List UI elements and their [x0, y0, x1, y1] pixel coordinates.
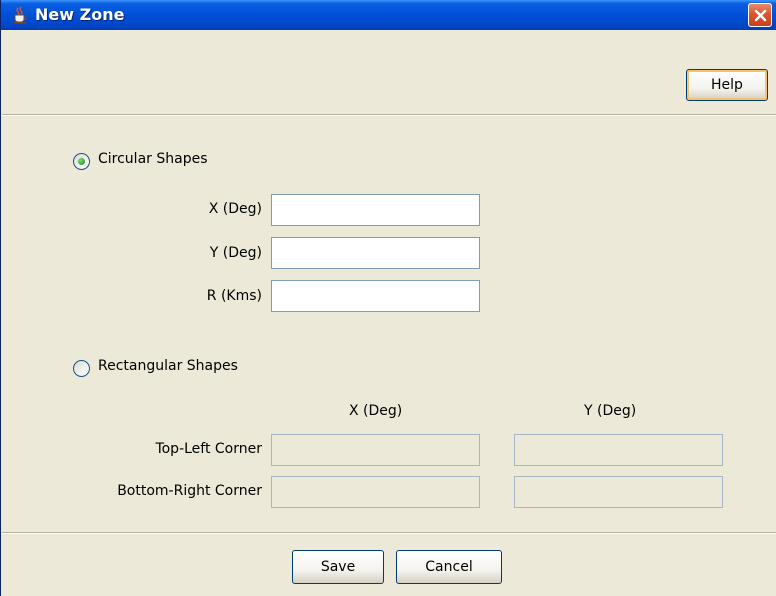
new-zone-dialog: New Zone Help Circular Shapes X (Deg) Y …	[0, 0, 776, 596]
bottom-right-x-input[interactable]	[271, 476, 480, 508]
title-bar[interactable]: New Zone	[1, 0, 776, 30]
cancel-button[interactable]: Cancel	[396, 550, 502, 584]
close-icon	[754, 9, 767, 22]
circular-r-input[interactable]	[271, 280, 480, 312]
column-header-y: Y (Deg)	[584, 403, 637, 419]
bottom-right-y-input[interactable]	[514, 476, 723, 508]
rectangular-shapes-label: Rectangular Shapes	[98, 358, 238, 374]
circular-x-input[interactable]	[271, 194, 480, 226]
circular-r-label: R (Kms)	[206, 288, 262, 304]
help-button[interactable]: Help	[686, 69, 768, 101]
circular-shapes-label: Circular Shapes	[98, 151, 208, 167]
column-header-x: X (Deg)	[349, 403, 403, 419]
rectangular-shapes-radio[interactable]	[73, 360, 90, 377]
top-left-corner-label: Top-Left Corner	[155, 441, 262, 457]
close-button[interactable]	[748, 3, 772, 27]
footer-divider-highlight	[2, 533, 776, 534]
top-left-x-input[interactable]	[271, 434, 480, 466]
toolbar-divider	[2, 115, 776, 116]
radio-selected-dot	[78, 158, 85, 165]
top-left-y-input[interactable]	[514, 434, 723, 466]
circular-shapes-radio[interactable]	[73, 153, 90, 170]
bottom-right-corner-label: Bottom-Right Corner	[117, 483, 262, 499]
circular-y-label: Y (Deg)	[209, 245, 262, 261]
java-coffee-icon	[11, 6, 29, 24]
toolbar: Help	[2, 30, 776, 115]
save-button[interactable]: Save	[292, 550, 384, 584]
circular-x-label: X (Deg)	[208, 201, 262, 217]
window-title: New Zone	[35, 5, 125, 24]
circular-y-input[interactable]	[271, 237, 480, 269]
